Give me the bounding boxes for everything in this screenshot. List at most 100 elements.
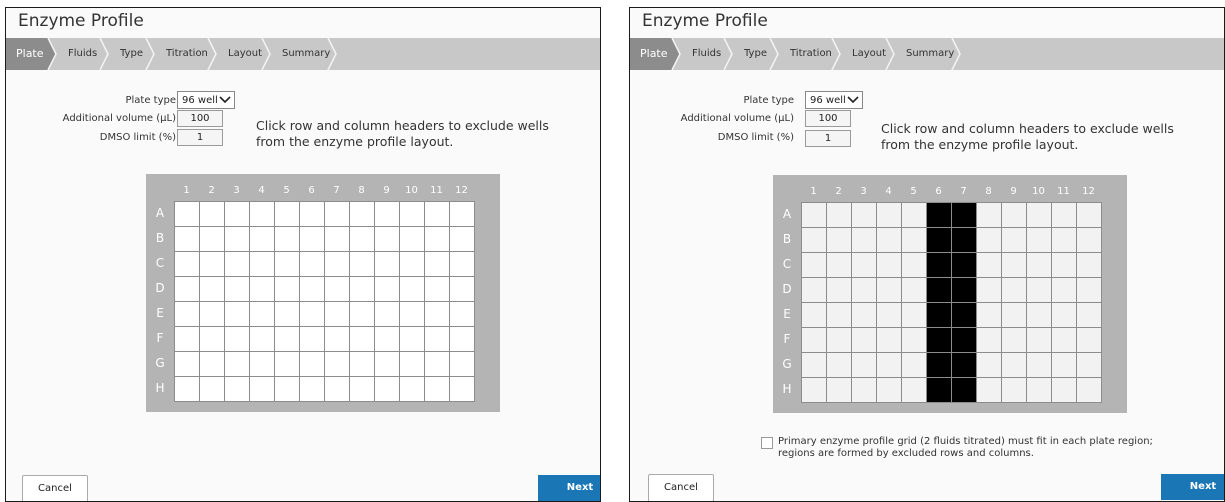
row-header-G[interactable]: G <box>779 357 795 371</box>
well-B12 <box>449 226 475 252</box>
column-header-10[interactable]: 10 <box>399 185 424 196</box>
additional-volume-label: Additional volume (µL) <box>680 113 794 124</box>
row-header-H[interactable]: H <box>152 381 168 395</box>
well-D8 <box>349 276 375 302</box>
step-fluids[interactable]: Fluids <box>64 38 97 70</box>
well-C5 <box>274 251 300 277</box>
row-header-D[interactable]: D <box>152 281 168 295</box>
cancel-button[interactable]: Cancel <box>22 475 88 501</box>
cancel-button[interactable]: Cancel <box>648 474 714 501</box>
enzyme-profile-panel-left: Enzyme Profile Plate Fluids Type Titration L… <box>5 7 601 502</box>
well-C12 <box>449 251 475 277</box>
region-fit-checkbox[interactable] <box>761 437 773 449</box>
well-H2 <box>826 377 852 403</box>
step-plate[interactable]: Plate <box>636 38 668 70</box>
column-header-9[interactable]: 9 <box>1001 186 1026 197</box>
row-header-B[interactable]: B <box>779 232 795 246</box>
row-header-E[interactable]: E <box>152 306 168 320</box>
step-summary[interactable]: Summary <box>902 38 954 70</box>
column-header-4[interactable]: 4 <box>249 185 274 196</box>
row-header-B[interactable]: B <box>152 231 168 245</box>
row-header-F[interactable]: F <box>152 331 168 345</box>
column-header-6[interactable]: 6 <box>299 185 324 196</box>
additional-volume-input[interactable]: 100 <box>805 110 851 127</box>
column-header-2[interactable]: 2 <box>199 185 224 196</box>
well-C9 <box>1001 252 1027 278</box>
row-header-A[interactable]: A <box>779 207 795 221</box>
well-A10 <box>399 201 425 227</box>
column-header-1[interactable]: 1 <box>801 186 826 197</box>
column-header-8[interactable]: 8 <box>976 186 1001 197</box>
step-plate[interactable]: Plate <box>12 38 44 70</box>
well-C11 <box>424 251 450 277</box>
column-header-2[interactable]: 2 <box>826 186 851 197</box>
plate-grid: 1 2 3 4 5 6 7 8 9 10 11 12 A B C D E F G H <box>773 175 1127 413</box>
column-header-7[interactable]: 7 <box>324 185 349 196</box>
panel-title: Enzyme Profile <box>18 11 144 31</box>
step-titration[interactable]: Titration <box>162 38 208 70</box>
well-H1 <box>174 376 200 402</box>
dmso-limit-input[interactable]: 1 <box>177 129 223 146</box>
well-F4 <box>249 326 275 352</box>
row-header-C[interactable]: C <box>152 256 168 270</box>
well-A11 <box>424 201 450 227</box>
row-header-G[interactable]: G <box>152 356 168 370</box>
well-B4 <box>876 227 902 253</box>
column-header-5[interactable]: 5 <box>901 186 926 197</box>
column-header-10[interactable]: 10 <box>1026 186 1051 197</box>
well-H12 <box>1076 377 1102 403</box>
step-type[interactable]: Type <box>116 38 143 70</box>
row-header-H[interactable]: H <box>779 382 795 396</box>
well-B10 <box>1026 227 1052 253</box>
step-chevron-icon <box>769 38 779 70</box>
column-header-7[interactable]: 7 <box>951 186 976 197</box>
well-E9 <box>1001 302 1027 328</box>
plate-type-select[interactable]: 96 well <box>177 91 235 109</box>
column-header-5[interactable]: 5 <box>274 185 299 196</box>
next-button[interactable]: Next <box>538 475 600 501</box>
chevron-down-icon <box>219 96 231 104</box>
column-header-9[interactable]: 9 <box>374 185 399 196</box>
well-D6 <box>299 276 325 302</box>
column-header-8[interactable]: 8 <box>349 185 374 196</box>
well-F3 <box>851 327 877 353</box>
well-G6 <box>926 352 952 378</box>
column-header-3[interactable]: 3 <box>224 185 249 196</box>
row-header-F[interactable]: F <box>779 332 795 346</box>
well-A4 <box>249 201 275 227</box>
column-header-4[interactable]: 4 <box>876 186 901 197</box>
column-header-3[interactable]: 3 <box>851 186 876 197</box>
well-F5 <box>901 327 927 353</box>
plate-type-select[interactable]: 96 well <box>805 91 863 109</box>
dmso-limit-input[interactable]: 1 <box>805 130 851 147</box>
step-type[interactable]: Type <box>740 38 767 70</box>
column-header-12[interactable]: 12 <box>449 185 474 196</box>
step-titration[interactable]: Titration <box>786 38 832 70</box>
row-header-A[interactable]: A <box>152 206 168 220</box>
well-F6 <box>926 327 952 353</box>
well-F7 <box>324 326 350 352</box>
column-header-11[interactable]: 11 <box>1051 186 1076 197</box>
step-layout[interactable]: Layout <box>848 38 886 70</box>
step-summary[interactable]: Summary <box>278 38 330 70</box>
well-D5 <box>274 276 300 302</box>
column-header-1[interactable]: 1 <box>174 185 199 196</box>
well-D9 <box>374 276 400 302</box>
row-header-E[interactable]: E <box>779 307 795 321</box>
row-header-D[interactable]: D <box>779 282 795 296</box>
well-F4 <box>876 327 902 353</box>
well-E12 <box>1076 302 1102 328</box>
column-header-11[interactable]: 11 <box>424 185 449 196</box>
row-header-C[interactable]: C <box>779 257 795 271</box>
step-layout[interactable]: Layout <box>224 38 262 70</box>
next-button[interactable]: Next <box>1161 474 1224 500</box>
column-header-6[interactable]: 6 <box>926 186 951 197</box>
additional-volume-input[interactable]: 100 <box>177 110 223 127</box>
column-header-12[interactable]: 12 <box>1076 186 1101 197</box>
well-D12 <box>449 276 475 302</box>
well-E4 <box>249 301 275 327</box>
well-B6 <box>926 227 952 253</box>
well-H6 <box>299 376 325 402</box>
step-fluids[interactable]: Fluids <box>688 38 721 70</box>
well-H6 <box>926 377 952 403</box>
